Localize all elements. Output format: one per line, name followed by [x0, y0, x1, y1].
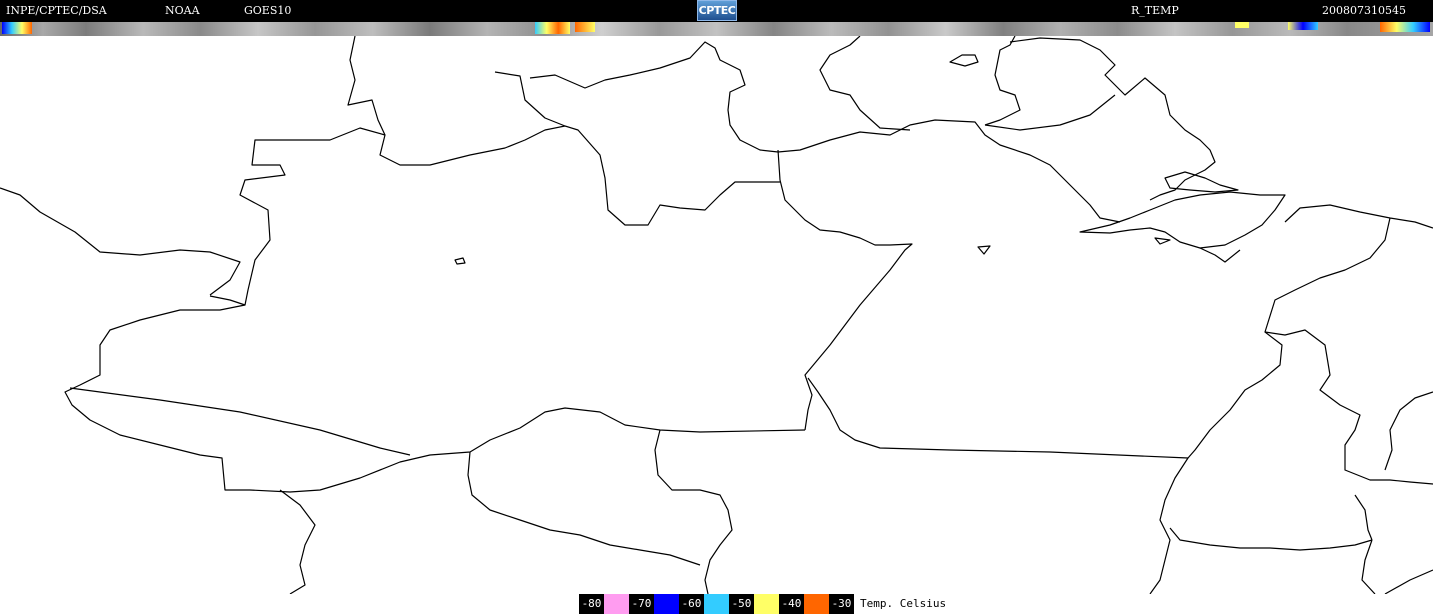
border-line — [69, 387, 411, 456]
border-line — [984, 36, 1021, 126]
border-line — [1009, 37, 1216, 201]
map-borders — [0, 36, 1433, 594]
border-line — [0, 187, 241, 296]
legend-label: -80 — [579, 594, 604, 614]
border-line — [819, 36, 911, 131]
legend-label: -50 — [729, 594, 754, 614]
legend-swatch — [704, 594, 729, 614]
timestamp-label: 200807310545 — [1322, 4, 1406, 17]
border-line — [529, 41, 1121, 223]
legend-label: -40 — [779, 594, 804, 614]
satellite-label: GOES10 — [244, 4, 292, 17]
border-line — [209, 127, 386, 306]
border-line — [1154, 237, 1171, 245]
border-line — [949, 54, 979, 67]
agency-label: NOAA — [165, 4, 200, 17]
border-line — [1354, 494, 1373, 541]
border-line — [1284, 204, 1433, 229]
header-bar: INPE/CPTEC/DSA NOAA GOES10 CPTEC R_TEMP … — [0, 0, 1433, 22]
border-line — [1169, 527, 1373, 551]
border-line — [977, 245, 991, 255]
border-line — [984, 94, 1116, 131]
border-line — [1149, 331, 1283, 594]
border-line — [1199, 247, 1241, 263]
legend-swatch — [804, 594, 829, 614]
cold-cloud-top — [2, 22, 32, 34]
cold-cloud-top — [1288, 22, 1318, 30]
legend-label: -30 — [829, 594, 854, 614]
product-label: R_TEMP — [1131, 4, 1179, 17]
cold-cloud-top — [1380, 22, 1430, 32]
border-line — [654, 429, 733, 594]
legend-label: -60 — [679, 594, 704, 614]
border-line — [1264, 217, 1433, 485]
border-line — [1384, 391, 1433, 471]
cptec-logo-icon: CPTEC — [697, 0, 737, 21]
cold-cloud-top — [1235, 22, 1249, 28]
org-label: INPE/CPTEC/DSA — [6, 4, 107, 17]
legend-label: -70 — [629, 594, 654, 614]
cold-cloud-top — [575, 22, 595, 32]
legend-unit-label: Temp. Celsius — [854, 594, 947, 614]
border-line — [467, 451, 701, 566]
border-line — [777, 149, 913, 431]
cold-cloud-top — [535, 22, 570, 34]
satellite-image-strip — [0, 22, 1433, 36]
border-line — [807, 377, 1189, 459]
border-line — [64, 304, 806, 493]
logo-text: CPTEC — [698, 4, 736, 17]
border-line — [1164, 171, 1239, 193]
border-line — [454, 257, 466, 265]
border-line — [494, 71, 780, 226]
border-line — [1384, 569, 1433, 594]
temperature-legend: -80 -70 -60 -50 -40 -30 Temp. Celsius — [579, 594, 947, 614]
legend-swatch — [604, 594, 629, 614]
legend-swatch — [654, 594, 679, 614]
legend-swatch — [754, 594, 779, 614]
border-line — [1361, 539, 1376, 594]
border-line — [279, 489, 316, 594]
border-line — [347, 36, 566, 166]
